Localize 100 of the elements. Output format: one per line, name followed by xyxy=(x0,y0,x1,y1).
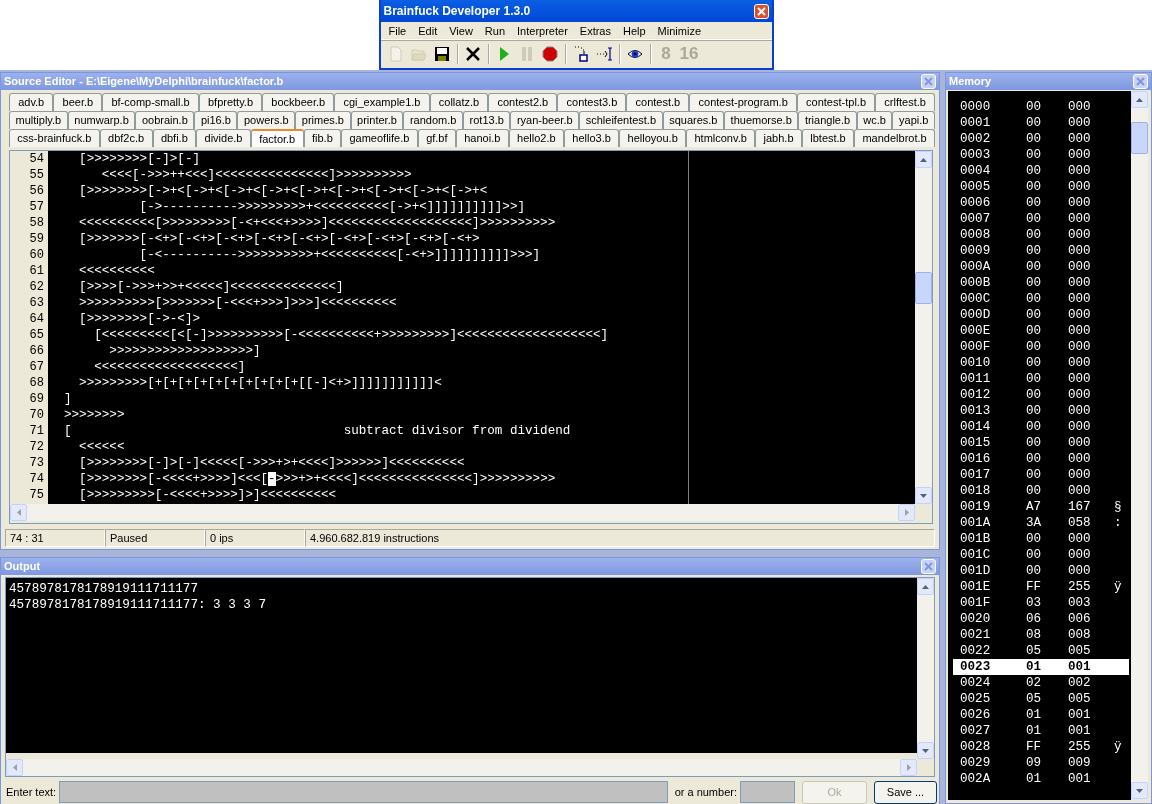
memory-row[interactable]: 0018 00 000 xyxy=(953,483,1129,499)
file-tab[interactable]: wc.b xyxy=(856,111,893,129)
horizontal-scrollbar[interactable] xyxy=(10,504,915,521)
memory-row[interactable]: 0016 00 000 xyxy=(953,451,1129,467)
memory-row[interactable]: 0022 05 005 xyxy=(953,643,1129,659)
file-tab[interactable]: mandelbrot.b xyxy=(854,129,936,147)
scroll-left-icon[interactable] xyxy=(12,764,17,771)
memory-row[interactable]: 001F 03 003 xyxy=(953,595,1129,611)
memory-row[interactable]: 000E 00 000 xyxy=(953,323,1129,339)
save-button[interactable]: Save ... xyxy=(874,780,937,804)
file-tab[interactable]: contest3.b xyxy=(557,93,627,111)
vertical-scrollbar[interactable] xyxy=(1131,91,1148,799)
memory-row[interactable]: 0021 08 008 xyxy=(953,627,1129,643)
memory-row[interactable]: 0003 00 000 xyxy=(953,147,1129,163)
memory-row[interactable]: 001B 00 000 xyxy=(953,531,1129,547)
memory-row[interactable]: 0029 09 009 xyxy=(953,755,1129,771)
menu-item[interactable]: Help xyxy=(617,21,652,40)
memory-row[interactable]: 0004 00 000 xyxy=(953,163,1129,179)
memory-row[interactable]: 000F 00 000 xyxy=(953,339,1129,355)
file-tab[interactable]: contest-program.b xyxy=(689,93,797,111)
vertical-scrollbar[interactable] xyxy=(915,151,932,504)
file-tab[interactable]: numwarp.b xyxy=(67,111,136,129)
file-tab[interactable]: triangle.b xyxy=(798,111,857,129)
file-tab[interactable]: rot13.b xyxy=(463,111,511,129)
memory-row[interactable]: 0024 02 002 xyxy=(953,675,1129,691)
memory-row[interactable]: 0027 01 001 xyxy=(953,723,1129,739)
file-tab[interactable]: crlftest.b xyxy=(875,93,936,111)
menu-item[interactable]: View xyxy=(443,21,479,40)
memory-row[interactable]: 0025 05 005 xyxy=(953,691,1129,707)
file-tab[interactable]: dbf2c.b xyxy=(99,129,153,147)
file-tab[interactable]: hanoi.b xyxy=(455,129,509,147)
file-tab[interactable]: powers.b xyxy=(237,111,296,129)
file-tab[interactable]: collatz.b xyxy=(429,93,489,111)
memory-row[interactable]: 0020 06 006 xyxy=(953,611,1129,627)
scroll-down-icon[interactable] xyxy=(1136,788,1143,793)
menu-item[interactable]: Interpreter xyxy=(511,21,574,40)
file-tab[interactable]: pi16.b xyxy=(194,111,238,129)
scroll-right-icon[interactable] xyxy=(904,509,909,516)
file-tab[interactable]: lbtest.b xyxy=(801,129,855,147)
file-tab[interactable]: squares.b xyxy=(662,111,725,129)
menu-item[interactable]: File xyxy=(382,21,413,40)
vertical-scrollbar[interactable] xyxy=(917,578,934,759)
memory-row[interactable]: 001D 00 000 xyxy=(953,563,1129,579)
file-tab[interactable]: hello2.b xyxy=(508,129,564,147)
memory-row[interactable]: 000A 00 000 xyxy=(953,259,1129,275)
memory-row[interactable]: 0000 00 000 xyxy=(953,99,1129,115)
file-tab[interactable]: gf.bf xyxy=(417,129,456,147)
file-tab[interactable]: yapi.b xyxy=(892,111,935,129)
text-input-field[interactable] xyxy=(59,781,668,803)
scroll-up-icon[interactable] xyxy=(1136,97,1143,102)
file-tab[interactable]: printer.b xyxy=(350,111,404,129)
scroll-down-icon[interactable] xyxy=(920,493,927,498)
memory-row[interactable]: 001E FF 255 ÿ xyxy=(953,579,1129,595)
scroll-thumb[interactable] xyxy=(915,272,932,304)
file-tab[interactable]: primes.b xyxy=(295,111,351,129)
memory-row[interactable]: 0011 00 000 xyxy=(953,371,1129,387)
file-tab[interactable]: oobrain.b xyxy=(135,111,195,129)
file-tab[interactable]: cgi_example1.b xyxy=(334,93,430,111)
horizontal-scrollbar[interactable] xyxy=(6,759,917,776)
menu-item[interactable]: Run xyxy=(478,21,512,40)
file-tab[interactable]: gameoflife.b xyxy=(341,129,418,147)
file-tab[interactable]: ryan-beer.b xyxy=(510,111,580,129)
close-button[interactable] xyxy=(921,74,936,89)
file-tab[interactable]: adv.b xyxy=(9,93,54,111)
stop-icon[interactable] xyxy=(542,45,558,62)
memory-row[interactable]: 0005 00 000 xyxy=(953,179,1129,195)
scroll-down-icon[interactable] xyxy=(922,748,929,753)
scroll-left-icon[interactable] xyxy=(16,509,21,516)
file-tab[interactable]: random.b xyxy=(403,111,463,129)
delete-icon[interactable] xyxy=(465,45,481,62)
memory-row[interactable]: 0023 01 001 xyxy=(953,659,1129,675)
close-button[interactable] xyxy=(753,3,769,19)
file-tab[interactable]: bockbeer.b xyxy=(262,93,335,111)
file-tab[interactable]: factor.b xyxy=(250,129,304,147)
file-tab[interactable]: htmlconv.b xyxy=(686,129,756,147)
memory-row[interactable]: 0010 00 000 xyxy=(953,355,1129,371)
memory-row[interactable]: 0002 00 000 xyxy=(953,131,1129,147)
memory-row[interactable]: 0015 00 000 xyxy=(953,435,1129,451)
close-button[interactable] xyxy=(921,559,936,574)
memory-row[interactable]: 0012 00 000 xyxy=(953,387,1129,403)
file-tab[interactable]: helloyou.b xyxy=(619,129,687,147)
menu-item[interactable]: Minimize xyxy=(651,21,707,40)
menu-item[interactable]: Extras xyxy=(573,21,617,40)
file-tab[interactable]: contest-tpl.b xyxy=(796,93,876,111)
file-tab[interactable]: thuemorse.b xyxy=(724,111,799,129)
file-tab[interactable]: bfpretty.b xyxy=(198,93,263,111)
run-to-cursor-icon[interactable] xyxy=(596,45,612,62)
scroll-right-icon[interactable] xyxy=(906,764,911,771)
memory-row[interactable]: 002A 01 001 xyxy=(953,771,1129,787)
file-tab[interactable]: fib.b xyxy=(303,129,342,147)
memory-row[interactable]: 0001 00 000 xyxy=(953,115,1129,131)
number-input-field[interactable] xyxy=(740,781,795,803)
step-into-icon[interactable] xyxy=(573,45,589,62)
memory-row[interactable]: 0009 00 000 xyxy=(953,243,1129,259)
file-tab[interactable]: contest.b xyxy=(626,93,690,111)
memory-row[interactable]: 0006 00 000 xyxy=(953,195,1129,211)
memory-row[interactable]: 001C 00 000 xyxy=(953,547,1129,563)
file-tab[interactable]: multiply.b xyxy=(9,111,68,129)
scroll-up-icon[interactable] xyxy=(920,157,927,162)
scroll-thumb[interactable] xyxy=(1131,122,1148,154)
